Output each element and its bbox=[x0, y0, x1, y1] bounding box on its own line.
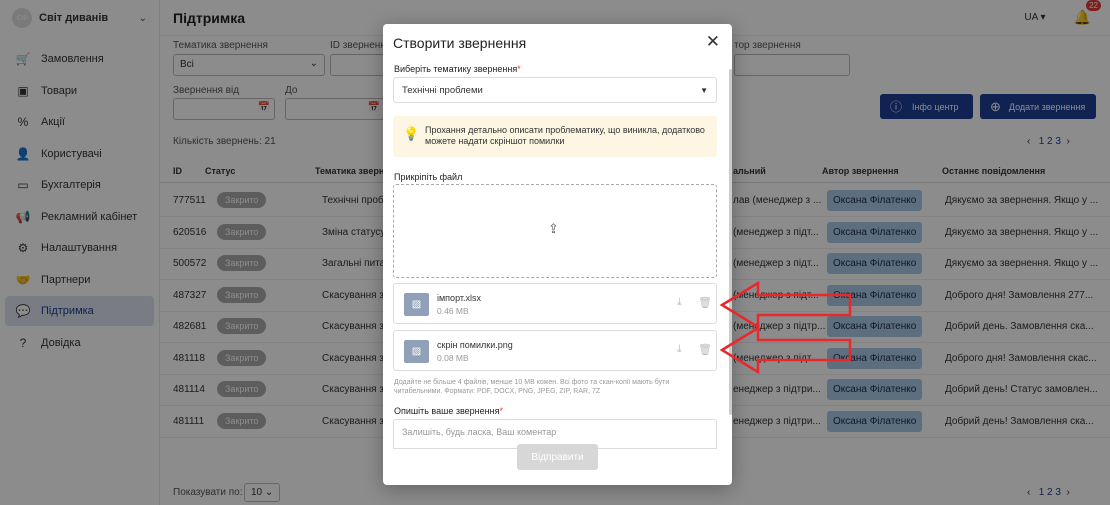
hint-banner: 💡 Прохання детально описати проблематику… bbox=[393, 116, 717, 157]
attach-label: Прикріпіть файл bbox=[394, 172, 463, 182]
download-icon[interactable]: ⤓ bbox=[677, 296, 682, 309]
annotation-arrows bbox=[719, 280, 852, 375]
comment-placeholder: Залишіть, будь ласка, Ваш коментар bbox=[402, 427, 557, 437]
annotation-arrow bbox=[719, 325, 852, 375]
close-icon[interactable]: ✕ bbox=[706, 32, 720, 52]
submit-button[interactable]: Відправити bbox=[517, 444, 598, 470]
describe-label: Опишіть ваше звернення* bbox=[394, 406, 503, 416]
caret-down-icon: ▼ bbox=[700, 86, 708, 95]
file-dropzone[interactable]: ⇪ bbox=[393, 184, 717, 278]
attached-file: ▨ скрін помилки.png 0.08 MB ⤓ 🗑 bbox=[393, 330, 717, 371]
image-icon: ▨ bbox=[404, 340, 429, 363]
topic-select-label-text: Виберіть тематику звернення bbox=[394, 64, 518, 74]
topic-select-value: Технічні проблеми bbox=[402, 85, 483, 96]
file-size: 0.46 MB bbox=[437, 306, 469, 316]
create-request-modal: Створити звернення ✕ Виберіть тематику з… bbox=[383, 24, 732, 485]
file-size: 0.08 MB bbox=[437, 353, 469, 363]
modal-title: Створити звернення bbox=[393, 35, 527, 51]
attached-file: ▨ імпорт.xlsx 0.46 MB ⤓ 🗑 bbox=[393, 283, 717, 324]
image-icon: ▨ bbox=[404, 293, 429, 316]
upload-icon: ⇪ bbox=[548, 221, 559, 236]
hint-text: Прохання детально описати проблематику, … bbox=[425, 125, 705, 146]
file-name: скрін помилки.png bbox=[437, 340, 513, 350]
required-mark: * bbox=[517, 64, 521, 74]
topic-select-label: Виберіть тематику звернення* bbox=[394, 64, 521, 74]
lightbulb-icon: 💡 bbox=[403, 126, 420, 141]
annotation-arrow bbox=[719, 280, 852, 330]
upload-help-text: Додайте не більше 4 файлів, менше 10 MB … bbox=[394, 379, 670, 396]
download-icon[interactable]: ⤓ bbox=[677, 343, 682, 356]
file-name: імпорт.xlsx bbox=[437, 293, 481, 303]
required-mark: * bbox=[499, 406, 503, 416]
topic-select[interactable]: Технічні проблеми ▼ bbox=[393, 77, 717, 103]
describe-label-text: Опишіть ваше звернення bbox=[394, 406, 500, 416]
